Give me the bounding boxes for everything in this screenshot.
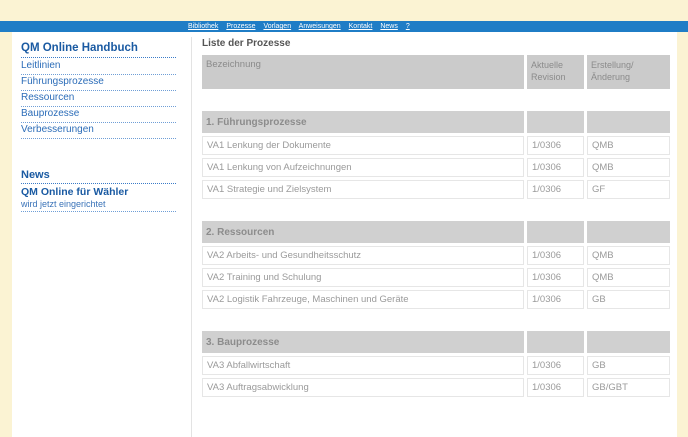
table-row[interactable]: VA3 Abfallwirtschaft 1/0306 GB [202,356,672,375]
section-empty-cell [587,111,670,133]
sidebar-title: QM Online Handbuch [21,42,176,58]
process-name[interactable]: VA1 Lenkung der Dokumente [202,136,524,155]
header-aenderung: Erstellung/ Änderung [587,55,670,89]
sidebar-item-leitlinien[interactable]: Leitlinien [21,59,176,75]
author-cell: QMB [587,158,670,177]
revision-cell: 1/0306 [527,356,584,375]
process-table: Bezeichnung Aktuelle Revision Erstellung… [202,55,672,397]
section-empty-cell [587,221,670,243]
section-empty-cell [527,331,584,353]
section-title: 2. Ressourcen [202,221,524,243]
author-cell: GF [587,180,670,199]
process-name[interactable]: VA1 Strategie und Zielsystem [202,180,524,199]
section-title: 3. Bauprozesse [202,331,524,353]
author-cell: GB [587,356,670,375]
nav-news[interactable]: News [380,23,398,30]
table-row[interactable]: VA3 Auftragsabwicklung 1/0306 GB/GBT [202,378,672,397]
table-row[interactable]: VA2 Arbeits- und Gesundheitsschutz 1/0306… [202,246,672,265]
process-name[interactable]: VA2 Arbeits- und Gesundheitsschutz [202,246,524,265]
nav-vorlagen[interactable]: Vorlagen [263,23,291,30]
main-content: Liste der Prozesse Bezeichnung Aktuelle … [202,38,672,400]
revision-cell: 1/0306 [527,246,584,265]
section-empty-cell [527,221,584,243]
sidebar-item-fuehrungsprozesse[interactable]: Führungsprozesse [21,75,176,91]
nav-bibliothek[interactable]: Bibliothek [188,23,218,30]
author-cell: GB [587,290,670,309]
section-header-row: 3. Bauprozesse [202,331,672,353]
nav-kontakt[interactable]: Kontakt [349,23,373,30]
header-bezeichnung: Bezeichnung [202,55,524,89]
section-empty-cell [587,331,670,353]
table-row[interactable]: VA2 Logistik Fahrzeuge, Maschinen und Ge… [202,290,672,309]
table-header-row: Bezeichnung Aktuelle Revision Erstellung… [202,55,672,89]
process-name[interactable]: VA3 Abfallwirtschaft [202,356,524,375]
revision-cell: 1/0306 [527,180,584,199]
revision-cell: 1/0306 [527,158,584,177]
sidebar-item-ressourcen[interactable]: Ressourcen [21,91,176,107]
nav-help[interactable]: ? [406,23,410,30]
process-name[interactable]: VA1 Lenkung von Aufzeichnungen [202,158,524,177]
section-title: 1. Führungsprozesse [202,111,524,133]
section-empty-cell [527,111,584,133]
news-title: News [21,169,176,184]
revision-cell: 1/0306 [527,378,584,397]
sidebar: QM Online Handbuch Leitlinien Führungspr… [21,42,176,212]
news-subtitle: wird jetzt eingerichtet [21,198,176,212]
sidebar-divider [191,37,192,437]
table-row[interactable]: VA1 Lenkung der Dokumente 1/0306 QMB [202,136,672,155]
author-cell: GB/GBT [587,378,670,397]
news-headline[interactable]: QM Online für Wähler [21,186,176,198]
nav-prozesse[interactable]: Prozesse [226,23,255,30]
table-row[interactable]: VA2 Training und Schulung 1/0306 QMB [202,268,672,287]
author-cell: QMB [587,246,670,265]
top-navigation: Bibliothek Prozesse Vorlagen Anweisungen… [188,21,416,32]
table-row[interactable]: VA1 Strategie und Zielsystem 1/0306 GF [202,180,672,199]
section-header-row: 1. Führungsprozesse [202,111,672,133]
sidebar-item-verbesserungen[interactable]: Verbesserungen [21,123,176,139]
author-cell: QMB [587,268,670,287]
nav-anweisungen[interactable]: Anweisungen [299,23,341,30]
process-name[interactable]: VA3 Auftragsabwicklung [202,378,524,397]
process-name[interactable]: VA2 Training und Schulung [202,268,524,287]
revision-cell: 1/0306 [527,290,584,309]
table-row[interactable]: VA1 Lenkung von Aufzeichnungen 1/0306 QMB [202,158,672,177]
sidebar-item-bauprozesse[interactable]: Bauprozesse [21,107,176,123]
page-content: QM Online Handbuch Leitlinien Führungspr… [12,32,677,437]
revision-cell: 1/0306 [527,268,584,287]
header-revision: Aktuelle Revision [527,55,584,89]
author-cell: QMB [587,136,670,155]
page-title: Liste der Prozesse [202,38,291,49]
process-name[interactable]: VA2 Logistik Fahrzeuge, Maschinen und Ge… [202,290,524,309]
revision-cell: 1/0306 [527,136,584,155]
section-header-row: 2. Ressourcen [202,221,672,243]
